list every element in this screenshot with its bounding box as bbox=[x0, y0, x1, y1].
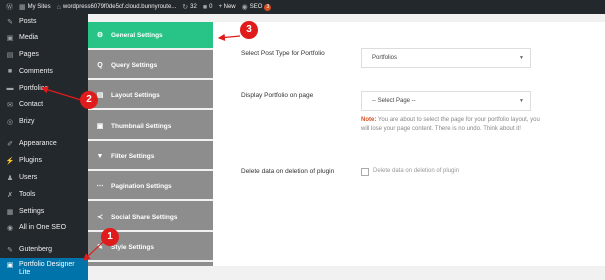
arrow-to-portfolio-designer bbox=[83, 241, 104, 261]
annotation-arrows bbox=[40, 33, 241, 261]
annotation-badge-2: 2 bbox=[80, 91, 98, 109]
annotation-badge-1: 1 bbox=[101, 228, 119, 246]
arrow-to-portfolios bbox=[40, 86, 82, 101]
screen: Ⓦ ▦ My Sites ⌂ wordpress6079f0de5cf.cloud.… bbox=[0, 0, 605, 280]
arrow-to-general-settings bbox=[217, 33, 241, 42]
annotation-badge-3: 3 bbox=[240, 21, 258, 39]
